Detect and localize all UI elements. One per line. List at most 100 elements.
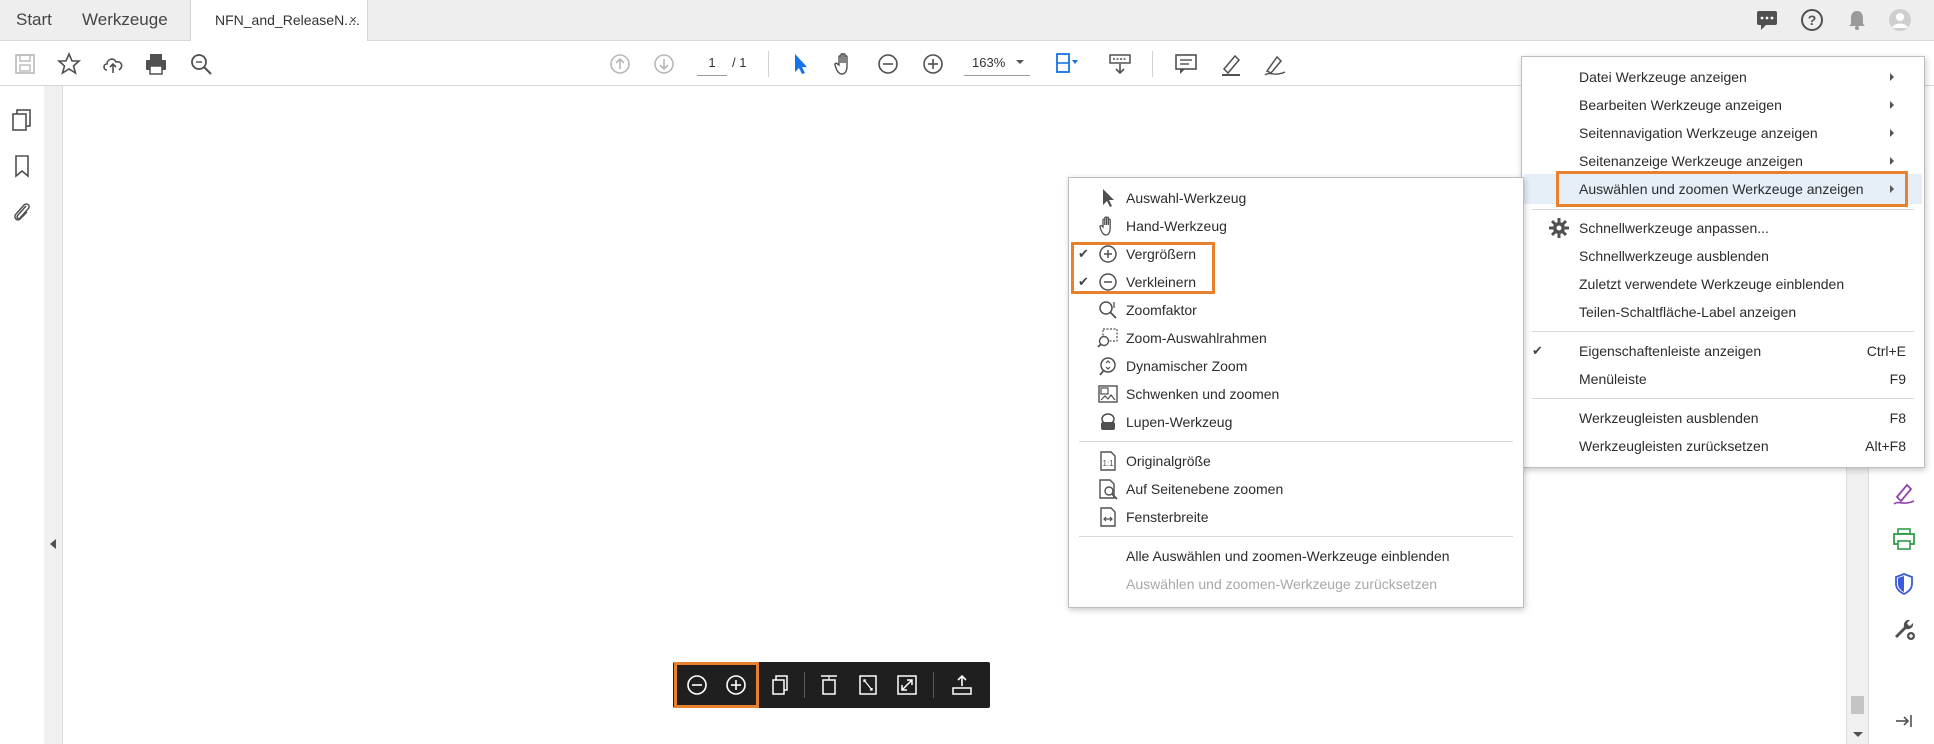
menu-item-schnellwerkzeuge-anpassen[interactable]: Schnellwerkzeuge anpassen...: [1579, 214, 1769, 242]
checkmark-icon: ✔: [1532, 343, 1543, 358]
zoom-in-icon[interactable]: [920, 51, 946, 77]
menu-item-werkzeugleisten-zuruecksetzen[interactable]: Werkzeugleisten zurücksetzen: [1579, 432, 1769, 460]
notification-bell-icon[interactable]: [1845, 8, 1869, 32]
tab-start[interactable]: Start: [16, 0, 52, 40]
menu-separator: [1532, 398, 1914, 399]
left-panel-collapser[interactable]: [44, 86, 63, 744]
submenu-arrow-icon: [1890, 157, 1894, 165]
tab-document-title: NFN_and_ReleaseN....: [215, 12, 360, 28]
submenu-arrow-icon: [1890, 73, 1894, 81]
submenu-item-zuruecksetzen: Auswählen und zoomen-Werkzeuge zurückset…: [1126, 576, 1438, 592]
submenu-item-zoomfaktor[interactable]: Zoomfaktor: [1126, 296, 1197, 324]
selection-tool-icon[interactable]: [787, 51, 813, 77]
toolbar-context-menu: Datei Werkzeuge anzeigen Bearbeiten Werk…: [1521, 56, 1925, 468]
page-total: / 1: [732, 55, 747, 70]
scrollbar-thumb[interactable]: [1851, 696, 1864, 714]
svg-text:?: ?: [1808, 12, 1817, 28]
marquee-zoom-icon: [1097, 327, 1119, 349]
hand-icon: [1097, 215, 1119, 237]
user-avatar-icon[interactable]: [1888, 8, 1912, 32]
orange-highlight-frame: [674, 662, 759, 708]
toolbar-divider: [768, 51, 769, 77]
page-number-input[interactable]: 1: [697, 51, 727, 76]
zoom-out-icon[interactable]: [875, 51, 901, 77]
menu-separator: [1532, 331, 1914, 332]
print-icon[interactable]: [143, 51, 169, 77]
toolbar-divider: [1152, 51, 1153, 77]
zoom-factor-icon: [1097, 299, 1119, 321]
search-icon[interactable]: [188, 51, 214, 77]
select-zoom-submenu: Auswahl-Werkzeug Hand-Werkzeug ✔ Vergröß…: [1068, 177, 1524, 608]
submenu-arrow-icon: [1890, 129, 1894, 137]
print-production-icon[interactable]: [1891, 526, 1917, 552]
draw-freeform-icon[interactable]: [1262, 51, 1288, 77]
tab-close-button[interactable]: ×: [349, 0, 357, 40]
menu-item-bearbeiten-werkzeuge[interactable]: Bearbeiten Werkzeuge anzeigen: [1579, 91, 1782, 119]
page-thumbnails-icon[interactable]: [768, 673, 792, 697]
full-screen-icon[interactable]: [895, 673, 919, 697]
bookmarks-icon[interactable]: [10, 154, 34, 178]
comment-icon[interactable]: [1755, 8, 1779, 32]
add-comment-icon[interactable]: [1173, 51, 1199, 77]
tab-tools[interactable]: Werkzeuge: [82, 0, 168, 40]
page-display-icon[interactable]: [1053, 51, 1079, 77]
submenu-item-hand-werkzeug[interactable]: Hand-Werkzeug: [1126, 212, 1227, 240]
orange-highlight-frame: [1556, 171, 1908, 207]
zoom-level-dropdown[interactable]: 163%: [964, 51, 1030, 76]
loupe-icon: [1097, 411, 1119, 433]
menu-item-menueleiste[interactable]: Menüleiste: [1579, 365, 1647, 393]
toolbar-divider: [804, 672, 805, 698]
cloud-upload-icon[interactable]: [100, 51, 126, 77]
fit-visible-icon[interactable]: [856, 673, 880, 697]
menu-item-eigenschaftenleiste[interactable]: Eigenschaftenleiste anzeigen: [1579, 337, 1761, 365]
read-mode-icon[interactable]: [1107, 51, 1133, 77]
bookmark-star-icon[interactable]: [56, 51, 82, 77]
scroll-down-arrow-icon[interactable]: [1853, 732, 1863, 737]
submenu-item-alle-einblenden[interactable]: Alle Auswählen und zoomen-Werkzeuge einb…: [1126, 542, 1450, 570]
fill-sign-icon[interactable]: [1891, 481, 1917, 507]
zoom-level-value: 163%: [972, 55, 1006, 70]
attachments-icon[interactable]: [10, 200, 34, 224]
help-icon[interactable]: ?: [1800, 8, 1824, 32]
submenu-item-auswahl-werkzeug[interactable]: Auswahl-Werkzeug: [1126, 184, 1246, 212]
save-icon[interactable]: [12, 51, 38, 77]
menu-item-teilen-label[interactable]: Teilen-Schaltfläche-Label anzeigen: [1579, 298, 1796, 326]
chevron-down-icon: [1016, 60, 1024, 64]
protect-shield-icon[interactable]: [1891, 571, 1917, 597]
fit-page-icon[interactable]: [817, 673, 841, 697]
read-mode-icon[interactable]: [950, 673, 974, 697]
next-page-icon[interactable]: [651, 51, 677, 77]
submenu-item-schwenken-zoomen[interactable]: Schwenken und zoomen: [1126, 380, 1279, 408]
orange-highlight-frame: [1071, 242, 1215, 294]
collapse-right-panel-icon[interactable]: [1893, 711, 1915, 731]
toolbar-divider: [933, 672, 934, 698]
menu-item-datei-werkzeuge[interactable]: Datei Werkzeuge anzeigen: [1579, 63, 1747, 91]
more-tools-wrench-icon[interactable]: [1891, 616, 1917, 642]
tab-bar: Start Werkzeuge NFN_and_ReleaseN.... × ?: [0, 0, 1934, 41]
previous-page-icon[interactable]: [607, 51, 633, 77]
menu-item-seitennavigation-werkzeuge[interactable]: Seitennavigation Werkzeuge anzeigen: [1579, 119, 1818, 147]
submenu-item-auf-seitenebene-zoomen[interactable]: Auf Seitenebene zoomen: [1126, 475, 1283, 503]
menu-item-werkzeugleisten-ausblenden[interactable]: Werkzeugleisten ausblenden: [1579, 404, 1759, 432]
shortcut-f9: F9: [1889, 371, 1906, 387]
svg-text:1:1: 1:1: [1102, 459, 1114, 468]
submenu-item-originalgroesse[interactable]: Originalgröße: [1126, 447, 1211, 475]
pan-zoom-icon: [1097, 383, 1119, 405]
chevron-left-icon[interactable]: [50, 539, 56, 549]
floating-page-controls: [673, 662, 990, 708]
menu-item-zuletzt-verwendete-werkzeuge[interactable]: Zuletzt verwendete Werkzeuge einblenden: [1579, 270, 1844, 298]
shortcut-alt-f8: Alt+F8: [1865, 438, 1906, 454]
page-thumbnails-icon[interactable]: [10, 108, 34, 132]
tab-document[interactable]: NFN_and_ReleaseN.... ×: [190, 0, 368, 41]
submenu-item-dynamischer-zoom[interactable]: Dynamischer Zoom: [1126, 352, 1247, 380]
submenu-arrow-icon: [1890, 101, 1894, 109]
highlight-pen-icon[interactable]: [1218, 51, 1244, 77]
fit-width-icon: [1097, 506, 1119, 528]
menu-separator: [1079, 441, 1513, 442]
menu-item-schnellwerkzeuge-ausblenden[interactable]: Schnellwerkzeuge ausblenden: [1579, 242, 1769, 270]
submenu-item-fensterbreite[interactable]: Fensterbreite: [1126, 503, 1208, 531]
hand-tool-icon[interactable]: [831, 51, 857, 77]
shortcut-f8: F8: [1889, 410, 1906, 426]
submenu-item-lupen-werkzeug[interactable]: Lupen-Werkzeug: [1126, 408, 1232, 436]
submenu-item-zoom-auswahlrahmen[interactable]: Zoom-Auswahlrahmen: [1126, 324, 1267, 352]
